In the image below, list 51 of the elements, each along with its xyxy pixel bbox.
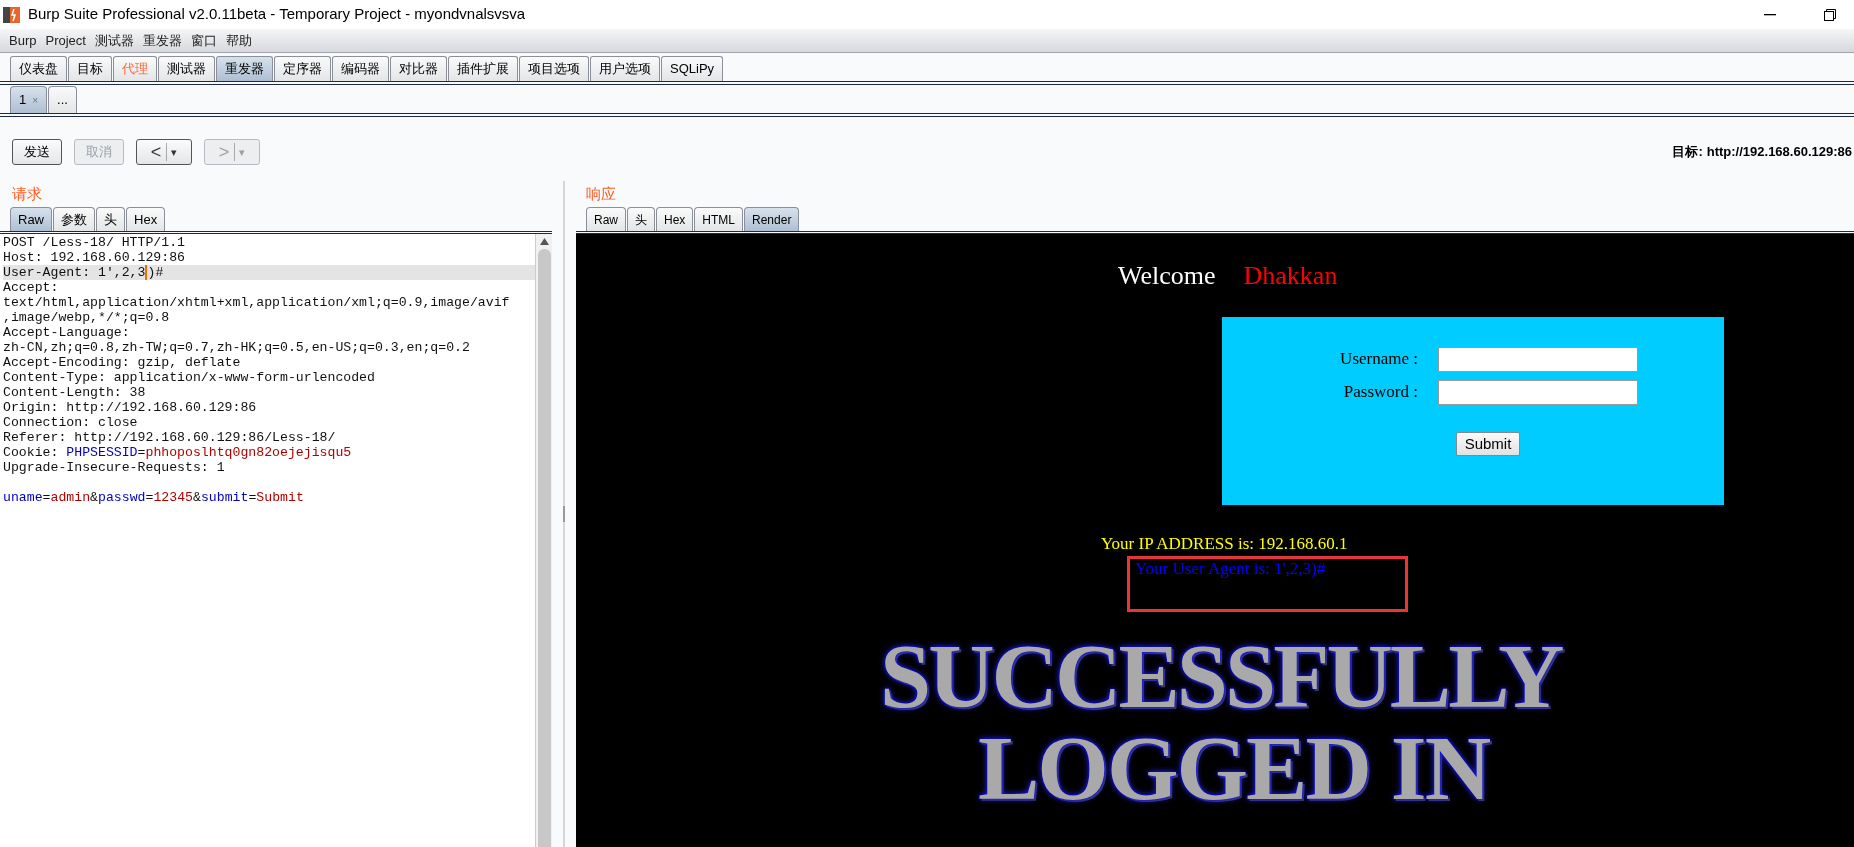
input-field[interactable] — [1438, 346, 1638, 372]
tab[interactable]: 仪表盘 — [10, 56, 67, 81]
pane-title: 响应 — [586, 184, 616, 205]
banner-text: SUCCESSFULLY — [880, 630, 1562, 722]
target-label: 目标: — [1672, 143, 1703, 162]
ip-address-text: Your IP ADDRESS is: 192.168.60.1 — [1101, 534, 1349, 554]
tab[interactable]: 参数 — [53, 207, 95, 231]
tab[interactable]: 头 — [96, 207, 125, 231]
nav-button[interactable]: < ▾ — [136, 139, 192, 165]
target-url: http://192.168.60.129:86 — [1706, 143, 1852, 162]
user-name: Dhakkan — [1243, 261, 1338, 291]
tab[interactable]: ... — [48, 86, 77, 113]
field-label: Password : — [1342, 381, 1418, 404]
scrollbar[interactable] — [535, 234, 552, 847]
input-field[interactable] — [1438, 379, 1638, 405]
tab[interactable]: 定序器 — [274, 56, 331, 81]
menu-item[interactable]: Burp — [9, 30, 37, 51]
tab[interactable]: Raw — [10, 207, 52, 231]
tab[interactable]: Hex — [126, 207, 166, 231]
window-title: Burp Suite Professional v2.0.11beta - Temporary Project - myondvnalsvsva — [28, 4, 526, 25]
tab[interactable]: 用户选项 — [590, 56, 660, 81]
menu-item[interactable]: Project — [45, 30, 86, 51]
scroll-up-icon[interactable] — [539, 238, 549, 245]
welcome-text: Welcome — [1118, 261, 1216, 291]
menu-item[interactable]: 窗口 — [190, 30, 217, 51]
tab[interactable]: 目标 — [68, 56, 112, 81]
action-button[interactable]: 发送 — [12, 139, 62, 165]
tab[interactable]: 项目选项 — [519, 56, 589, 81]
field-label: Username : — [1339, 348, 1418, 371]
menu-item[interactable]: 测试器 — [94, 30, 134, 51]
restore-icon[interactable] — [1824, 8, 1836, 21]
scroll-thumb[interactable] — [537, 249, 551, 847]
pane-title: 请求 — [12, 184, 42, 205]
tab[interactable]: HTML — [694, 207, 744, 231]
menu-item[interactable]: 帮助 — [225, 30, 252, 51]
tab[interactable]: 编码器 — [332, 56, 389, 81]
submit-button[interactable]: Submit — [1455, 432, 1521, 456]
tab[interactable]: 1 × — [10, 86, 48, 113]
minimize-icon[interactable] — [1764, 13, 1776, 16]
user-agent-text: Your User Agent is: 1',2,3)# — [1135, 559, 1327, 579]
tab[interactable]: 头 — [627, 207, 655, 231]
tab[interactable]: Hex — [656, 207, 694, 231]
tab[interactable]: 对比器 — [390, 56, 447, 81]
menu-item[interactable]: 重发器 — [142, 30, 182, 51]
tab[interactable]: SQLiPy — [661, 56, 724, 81]
tab[interactable]: Render — [744, 207, 800, 231]
tab[interactable]: 测试器 — [158, 56, 215, 81]
tab[interactable]: Raw — [586, 207, 626, 231]
banner-text: LOGGED IN — [978, 722, 1490, 814]
tab[interactable]: 重发器 — [216, 56, 273, 81]
tab[interactable]: 插件扩展 — [448, 56, 518, 81]
